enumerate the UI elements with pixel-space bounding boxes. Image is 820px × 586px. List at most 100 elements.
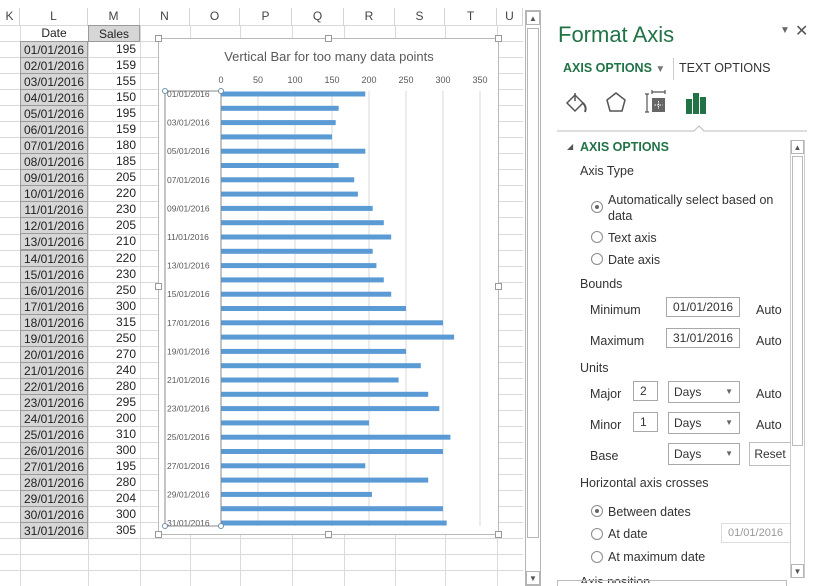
reset-button[interactable]: Reset <box>749 442 791 466</box>
column-header-p[interactable]: P <box>240 8 292 25</box>
minor-auto-button[interactable]: Auto <box>756 418 782 432</box>
bar-22/01/2016[interactable] <box>221 391 429 397</box>
radio-auto-select[interactable] <box>591 201 603 213</box>
major-input[interactable]: 2 <box>633 381 658 401</box>
section-axis-options[interactable]: AXIS OPTIONS <box>580 140 669 154</box>
horizontal-scrollbar[interactable] <box>557 580 787 586</box>
resize-handle[interactable] <box>495 531 502 538</box>
resize-handle[interactable] <box>495 283 502 290</box>
column-header-m[interactable]: M <box>88 8 140 25</box>
cell-date[interactable]: 23/01/2016 <box>20 393 88 411</box>
cell-date[interactable]: 12/01/2016 <box>20 217 88 235</box>
close-icon[interactable]: ✕ <box>795 21 808 41</box>
cell-date[interactable]: 21/01/2016 <box>20 361 88 379</box>
cell-date[interactable]: 26/01/2016 <box>20 442 88 459</box>
collapse-icon[interactable]: ◢ <box>567 142 573 151</box>
chart[interactable]: Vertical Bar for too many data points 05… <box>155 35 502 538</box>
header-date[interactable]: Date <box>20 25 88 42</box>
cell-date[interactable]: 31/01/2016 <box>20 522 88 540</box>
cell-date[interactable]: 29/01/2016 <box>20 490 88 508</box>
selection-handle[interactable] <box>162 88 168 94</box>
cell-date[interactable]: 14/01/2016 <box>20 249 88 267</box>
cell-date[interactable]: 19/01/2016 <box>20 329 88 347</box>
panel-scroll-up[interactable]: ▲ <box>791 140 804 154</box>
panel-scroll-down[interactable]: ▼ <box>791 564 804 578</box>
cell-sales[interactable]: 195 <box>88 458 140 475</box>
cell-date[interactable]: 11/01/2016 <box>20 201 88 219</box>
panel-scrollbar[interactable]: ▲ ▼ <box>790 140 805 578</box>
bar-07/01/2016[interactable] <box>221 177 355 183</box>
cell-date[interactable]: 06/01/2016 <box>20 121 88 139</box>
bar-30/01/2016[interactable] <box>221 506 443 512</box>
cell-sales[interactable]: 300 <box>88 506 140 523</box>
bar-02/01/2016[interactable] <box>221 105 339 111</box>
maximum-auto-button[interactable]: Auto <box>756 334 782 348</box>
cell-sales[interactable]: 295 <box>88 394 140 411</box>
resize-handle[interactable] <box>325 35 332 42</box>
cell-date[interactable]: 10/01/2016 <box>20 185 88 203</box>
radio-date-axis[interactable] <box>591 253 603 265</box>
selection-handle[interactable] <box>218 523 224 529</box>
column-header-t[interactable]: T <box>445 8 497 25</box>
radio-between-dates-label[interactable]: Between dates <box>608 505 691 519</box>
radio-between-dates[interactable] <box>591 505 603 517</box>
bar-18/01/2016[interactable] <box>221 334 455 340</box>
major-auto-button[interactable]: Auto <box>756 387 782 401</box>
cell-sales[interactable]: 180 <box>88 137 140 154</box>
cell-sales[interactable]: 280 <box>88 474 140 491</box>
cell-date[interactable]: 17/01/2016 <box>20 297 88 315</box>
radio-text-axis[interactable] <box>591 231 603 243</box>
cell-date[interactable]: 20/01/2016 <box>20 345 88 363</box>
bar-25/01/2016[interactable] <box>221 434 451 440</box>
cell-date[interactable]: 15/01/2016 <box>20 265 88 283</box>
bar-20/01/2016[interactable] <box>221 363 421 369</box>
size-properties-icon[interactable] <box>643 90 669 121</box>
cell-sales[interactable]: 195 <box>88 105 140 122</box>
minimum-auto-button[interactable]: Auto <box>756 303 782 317</box>
column-header-n[interactable]: N <box>140 8 190 25</box>
cell-sales[interactable]: 185 <box>88 153 140 170</box>
column-header-l[interactable]: L <box>20 8 88 25</box>
cell-sales[interactable]: 205 <box>88 217 140 234</box>
fill-line-icon[interactable] <box>563 90 589 121</box>
bar-24/01/2016[interactable] <box>221 420 369 426</box>
cell-sales[interactable]: 250 <box>88 282 140 299</box>
bar-16/01/2016[interactable] <box>221 306 406 311</box>
bar-26/01/2016[interactable] <box>221 449 443 454</box>
maximum-input[interactable]: 31/01/2016 <box>666 328 740 348</box>
effects-icon[interactable] <box>603 90 629 121</box>
bar-05/01/2016[interactable] <box>221 148 366 154</box>
cell-date[interactable]: 30/01/2016 <box>20 506 88 524</box>
cell-sales[interactable]: 315 <box>88 314 140 331</box>
resize-handle[interactable] <box>325 531 332 538</box>
cell-date[interactable]: 02/01/2016 <box>20 57 88 75</box>
cell-date[interactable]: 01/01/2016 <box>20 41 88 58</box>
cell-sales[interactable]: 305 <box>88 522 140 539</box>
chart-title[interactable]: Vertical Bar for too many data points <box>224 49 434 64</box>
column-header-o[interactable]: O <box>190 8 240 25</box>
cell-sales[interactable]: 300 <box>88 442 140 459</box>
panel-options-icon[interactable]: ▼ <box>780 25 790 36</box>
cell-sales[interactable]: 270 <box>88 346 140 363</box>
resize-handle[interactable] <box>155 531 162 538</box>
cell-date[interactable]: 09/01/2016 <box>20 169 88 187</box>
bar-29/01/2016[interactable] <box>221 491 372 497</box>
cell-sales[interactable]: 310 <box>88 426 140 443</box>
cell-date[interactable]: 04/01/2016 <box>20 89 88 107</box>
resize-handle[interactable] <box>155 283 162 290</box>
sheet-vertical-scrollbar[interactable]: ▲ ▼ <box>525 10 541 586</box>
minimum-input[interactable]: 01/01/2016 <box>666 297 740 317</box>
cell-sales[interactable]: 230 <box>88 201 140 218</box>
bar-03/01/2016[interactable] <box>221 120 336 126</box>
column-header-k[interactable]: K <box>0 8 20 25</box>
bar-21/01/2016[interactable] <box>221 377 399 383</box>
tab-text-options[interactable]: TEXT OPTIONS <box>679 61 770 75</box>
cell-sales[interactable]: 150 <box>88 89 140 106</box>
cell-sales[interactable]: 220 <box>88 185 140 202</box>
cell-sales[interactable]: 220 <box>88 250 140 267</box>
bar-11/01/2016[interactable] <box>221 234 392 240</box>
resize-handle[interactable] <box>495 35 502 42</box>
cell-sales[interactable]: 240 <box>88 362 140 379</box>
bar-13/01/2016[interactable] <box>221 263 377 269</box>
bar-09/01/2016[interactable] <box>221 205 373 211</box>
